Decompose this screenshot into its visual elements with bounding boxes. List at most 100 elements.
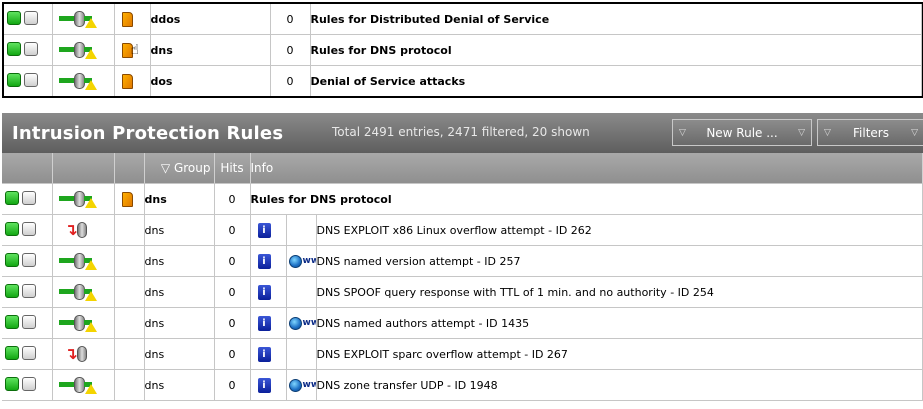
disable-toggle-icon[interactable] [24,72,38,87]
rule-group: dns [144,307,215,339]
rule-group: dns [144,369,215,401]
disable-toggle-icon[interactable] [22,314,36,329]
hits-count: 0 [214,214,251,246]
sort-icon: ▽ [160,161,171,175]
drop-action-icon[interactable]: ↴ [63,345,93,363]
table-row[interactable]: ↴ dns 0 i DNS EXPLOIT sparc overflow att… [2,338,923,370]
hits-count: 0 [214,276,251,308]
hits-count: 0 [214,338,251,370]
rule-group: dns [144,214,215,246]
disable-toggle-icon[interactable] [22,345,36,360]
group-info: Rules for DNS protocol [250,183,923,215]
rule-group: dns [144,276,215,308]
group-name: dos [150,65,271,96]
table-row[interactable]: ↴ dns 0 i DNS EXPLOIT x86 Linux overflow… [2,214,923,246]
enable-toggle-icon[interactable] [5,283,19,298]
pass-action-icon[interactable] [58,190,97,208]
folder-icon[interactable] [121,191,133,207]
rule-group: dns [144,245,215,277]
hits-count: 0 [270,34,311,66]
hits-count: 0 [270,4,311,35]
dropdown-icon: ▽ [911,127,918,138]
folder-icon[interactable] [121,73,133,89]
enable-toggle-icon[interactable] [5,221,19,236]
col-toggle [2,153,53,184]
table-row[interactable]: dns 0 i ww DNS zone transfer UDP - ID 19… [2,369,923,401]
disable-toggle-icon[interactable] [22,221,36,236]
disable-toggle-icon[interactable] [24,41,38,56]
group-list: ddos 0 Rules for Distributed Denial of S… [2,2,923,98]
panel-titlebar: Intrusion Protection Rules Total 2491 en… [2,113,923,153]
filters-button[interactable]: ▽ Filters ▽ [817,119,923,146]
www-link-icon[interactable]: ww [288,254,315,268]
drop-action-icon[interactable]: ↴ [63,221,93,239]
rule-description: DNS SPOOF query response with TTL of 1 m… [316,276,923,308]
new-rule-button[interactable]: ▽ New Rule ... ▽ [672,119,812,146]
pass-action-icon[interactable] [58,252,97,270]
disable-toggle-icon[interactable] [22,252,36,267]
new-rule-label: New Rule ... [706,125,778,140]
pass-action-icon[interactable] [58,72,97,90]
table-row[interactable]: dns 0 i ww DNS named version attempt - I… [2,245,923,277]
pass-action-icon[interactable] [58,314,97,332]
disable-toggle-icon[interactable] [22,283,36,298]
rule-description: DNS EXPLOIT x86 Linux overflow attempt -… [316,214,923,246]
col-group[interactable]: ▽ Group [144,153,215,184]
rule-description: DNS EXPLOIT sparc overflow attempt - ID … [316,338,923,370]
pass-action-icon[interactable] [58,376,97,394]
www-link-icon[interactable]: ww [288,316,315,330]
rules-panel: Intrusion Protection Rules Total 2491 en… [2,113,923,409]
dropdown-icon: ▽ [798,127,805,138]
enable-toggle-icon[interactable] [7,41,21,56]
info-icon[interactable]: i [257,222,271,238]
col-group-label: Group [173,161,211,175]
hits-count: 0 [214,245,251,277]
rule-group: dns [144,338,215,370]
enable-toggle-icon[interactable] [5,345,19,360]
folder-icon[interactable] [121,11,133,27]
page-title: Intrusion Protection Rules [12,122,284,144]
group-row-ddos[interactable]: ddos 0 Rules for Distributed Denial of S… [4,4,922,35]
filters-label: Filters [853,125,889,140]
group-info: Denial of Service attacks [310,65,922,96]
col-hits[interactable]: Hits [214,153,251,184]
group-name: dns [150,34,271,66]
disable-toggle-icon[interactable] [22,190,36,205]
table-header: ▽ Group Hits Info [2,153,923,184]
disable-toggle-icon[interactable] [24,10,38,25]
enable-toggle-icon[interactable] [5,252,19,267]
group-info: Rules for DNS protocol [310,34,922,66]
enable-toggle-icon[interactable] [7,10,21,25]
info-icon[interactable]: i [257,284,271,300]
enable-toggle-icon[interactable] [7,72,21,87]
info-icon[interactable]: i [257,377,271,393]
disable-toggle-icon[interactable] [22,376,36,391]
col-action [52,153,115,184]
hits-count: 0 [214,369,251,401]
info-icon[interactable]: i [257,253,271,269]
dropdown-icon: ▽ [824,127,831,138]
hits-count: 0 [214,307,251,339]
hits-count: 0 [270,65,311,96]
group-name: ddos [150,4,271,35]
col-info[interactable]: Info [250,153,923,184]
hits-count: 0 [214,183,251,215]
pass-action-icon[interactable] [58,41,97,59]
table-row[interactable]: dns 0 i ww DNS named authors attempt - I… [2,307,923,339]
hand-cursor-icon: ☝ [130,42,140,58]
table-row[interactable]: dns 0 Rules for DNS protocol [2,183,923,215]
info-icon[interactable]: i [257,346,271,362]
www-link-icon[interactable]: ww [288,378,315,392]
group-name: dns [144,183,215,215]
group-row-dos[interactable]: dos 0 Denial of Service attacks [4,65,922,96]
info-icon[interactable]: i [257,315,271,331]
enable-toggle-icon[interactable] [5,376,19,391]
group-row-dns[interactable]: ☝ dns 0 Rules for DNS protocol [4,34,922,66]
col-folder [114,153,145,184]
pass-action-icon[interactable] [58,283,97,301]
pass-action-icon[interactable] [58,10,97,28]
table-row[interactable]: dns 0 i DNS SPOOF query response with TT… [2,276,923,308]
rule-description: DNS zone transfer UDP - ID 1948 [316,369,923,401]
enable-toggle-icon[interactable] [5,314,19,329]
enable-toggle-icon[interactable] [5,190,19,205]
